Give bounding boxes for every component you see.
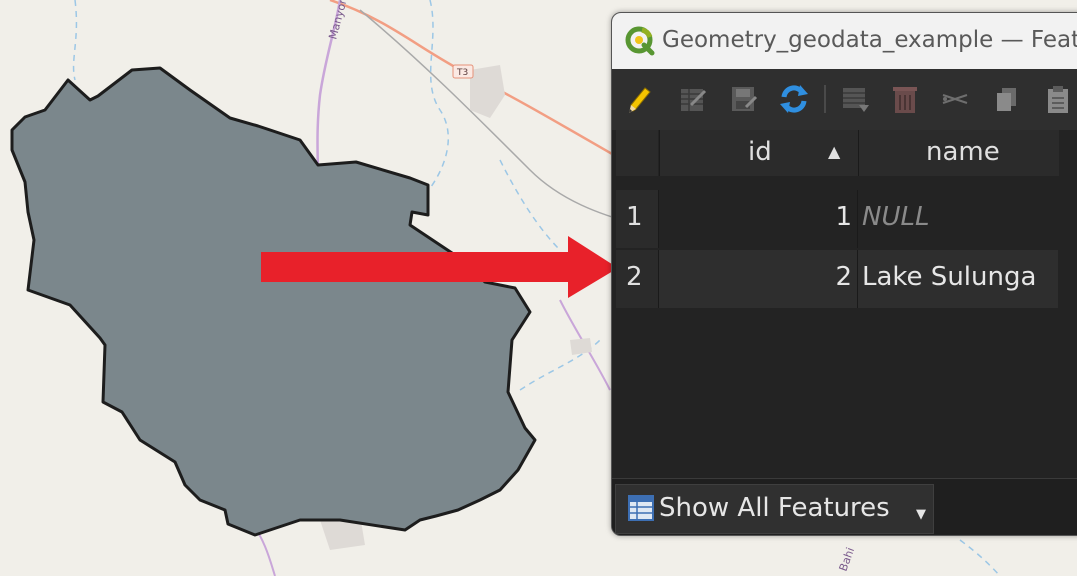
window-title: Geometry_geodata_example — Features Tota…: [662, 27, 1077, 53]
toolbar-separator: [824, 85, 826, 113]
window-titlebar[interactable]: Geometry_geodata_example — Features Tota…: [612, 13, 1077, 69]
table-icon: [628, 495, 654, 521]
table-cell-id[interactable]: 1: [659, 190, 858, 248]
edit-table-icon: [681, 89, 707, 111]
qgis-logo-icon: [625, 26, 655, 56]
column-header-id[interactable]: id ▲: [659, 130, 858, 176]
attribute-toolbar: [612, 69, 1077, 130]
filter-label: Show All Features: [659, 493, 890, 523]
table-cell-id[interactable]: 2: [659, 250, 858, 308]
chevron-down-icon: ▼: [916, 507, 926, 522]
show-all-features-dropdown[interactable]: Show All Features ▼: [615, 484, 934, 534]
cut-icon: [942, 94, 968, 104]
bottom-bar: Show All Features ▼: [612, 478, 1077, 535]
table-cell-name[interactable]: Lake Sulunga: [858, 250, 1058, 308]
add-feature-icon: [843, 88, 869, 112]
pencil-icon: [629, 87, 651, 113]
paste-button[interactable]: [1040, 81, 1076, 117]
delete-feature-icon: [893, 87, 917, 113]
row-header[interactable]: 2: [616, 250, 659, 308]
pointer-arrow: [261, 236, 618, 298]
column-header-name-label: name: [926, 137, 1000, 167]
row-header[interactable]: 1: [616, 190, 659, 248]
save-edits-button[interactable]: [726, 81, 762, 117]
multi-edit-button[interactable]: [675, 81, 711, 117]
add-feature-button[interactable]: [837, 81, 873, 117]
toggle-editing-button[interactable]: [622, 81, 658, 117]
reload-icon: [780, 85, 808, 113]
attribute-table-window[interactable]: Geometry_geodata_example — Features Tota…: [611, 12, 1077, 536]
save-edits-icon: [732, 87, 758, 111]
delete-feature-button[interactable]: [887, 81, 923, 117]
table-cell-name[interactable]: NULL: [858, 190, 1058, 248]
grid-corner[interactable]: [616, 130, 658, 176]
copy-icon: [997, 88, 1016, 111]
road-shield-label: T3: [456, 68, 468, 78]
map-town-area: [570, 338, 592, 355]
reload-button[interactable]: [776, 81, 812, 117]
paste-icon: [1048, 86, 1068, 113]
copy-button[interactable]: [989, 81, 1025, 117]
column-header-id-label: id: [748, 137, 772, 167]
sort-ascending-icon: ▲: [828, 142, 841, 161]
column-header-name[interactable]: name: [858, 130, 1059, 176]
cut-button[interactable]: [937, 81, 973, 117]
